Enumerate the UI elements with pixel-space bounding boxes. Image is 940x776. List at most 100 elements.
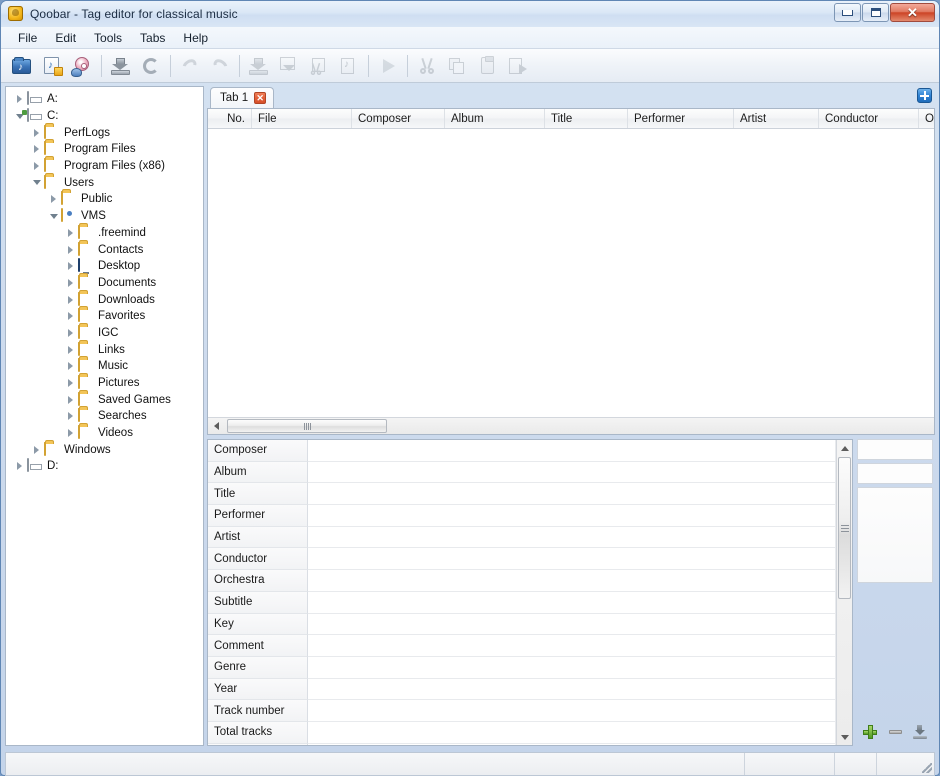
side-field-2[interactable] bbox=[857, 463, 933, 484]
chevron-right-icon[interactable] bbox=[63, 275, 78, 291]
chevron-right-icon[interactable] bbox=[63, 342, 78, 358]
remove-image-button[interactable] bbox=[884, 721, 906, 743]
vertical-scroll-thumb[interactable] bbox=[838, 457, 851, 599]
tree-item-pictures[interactable]: Pictures bbox=[6, 375, 203, 392]
tag-field-input-genre[interactable] bbox=[308, 656, 836, 679]
chevron-right-icon[interactable] bbox=[63, 242, 78, 258]
tree-item-links[interactable]: Links bbox=[6, 341, 203, 358]
column-header-no[interactable]: No. bbox=[208, 109, 252, 128]
tag-field-input-track-number[interactable] bbox=[308, 700, 836, 722]
play-button[interactable] bbox=[373, 52, 403, 80]
tree-item-downloads[interactable]: Downloads bbox=[6, 291, 203, 308]
column-header-album[interactable]: Album bbox=[445, 109, 545, 128]
chevron-right-icon[interactable] bbox=[63, 225, 78, 241]
tree-item-c[interactable]: C: bbox=[6, 108, 203, 125]
cover-art-preview[interactable] bbox=[857, 487, 933, 583]
chevron-right-icon[interactable] bbox=[63, 258, 78, 274]
tag-field-input-orchestra[interactable] bbox=[308, 570, 836, 592]
chevron-right-icon[interactable] bbox=[63, 292, 78, 308]
tag-field-input-key[interactable] bbox=[308, 613, 836, 636]
menu-tools[interactable]: Tools bbox=[85, 28, 131, 48]
tree-item-d[interactable]: D: bbox=[6, 458, 203, 475]
tree-item-igc[interactable]: IGC bbox=[6, 324, 203, 342]
tree-item-searches[interactable]: Searches bbox=[6, 408, 203, 425]
tree-item-freemind[interactable]: .freemind bbox=[6, 224, 203, 242]
tag-field-input-album[interactable] bbox=[308, 461, 836, 484]
side-field-1[interactable] bbox=[857, 439, 933, 460]
menu-tabs[interactable]: Tabs bbox=[131, 28, 174, 48]
chevron-down-icon[interactable] bbox=[29, 175, 44, 191]
chevron-right-icon[interactable] bbox=[63, 392, 78, 408]
column-header-orchestra[interactable]: Orchestra bbox=[919, 109, 934, 128]
file-table[interactable]: No. File Composer Album Title Performer Artist… bbox=[207, 108, 935, 435]
chevron-down-icon[interactable] bbox=[46, 208, 61, 224]
remove-tags-button[interactable] bbox=[304, 52, 334, 80]
scroll-left-icon[interactable] bbox=[208, 418, 225, 434]
chevron-right-icon[interactable] bbox=[29, 442, 44, 458]
chevron-right-icon[interactable] bbox=[63, 408, 78, 424]
chevron-right-icon[interactable] bbox=[12, 458, 27, 474]
add-image-button[interactable] bbox=[859, 721, 881, 743]
column-header-composer[interactable]: Composer bbox=[352, 109, 445, 128]
save-image-button[interactable] bbox=[909, 721, 931, 743]
tree-item-documents[interactable]: Documents bbox=[6, 274, 203, 292]
chevron-right-icon[interactable] bbox=[63, 358, 78, 374]
reload-button[interactable] bbox=[136, 52, 166, 80]
menu-help[interactable]: Help bbox=[174, 28, 217, 48]
tree-item-saved-games[interactable]: Saved Games bbox=[6, 391, 203, 408]
tag-fields-scrollbar[interactable] bbox=[836, 440, 852, 745]
tag-field-input-subtitle[interactable] bbox=[308, 591, 836, 614]
tree-item-perflogs[interactable]: PerfLogs bbox=[6, 124, 203, 141]
tree-item-vms[interactable]: VMS bbox=[6, 208, 203, 225]
paste-button[interactable] bbox=[472, 52, 502, 80]
tree-item-program-files[interactable]: Program Files bbox=[6, 141, 203, 158]
paste-special-button[interactable] bbox=[502, 52, 532, 80]
write-tags-button[interactable] bbox=[274, 52, 304, 80]
tree-item-program-files-x86[interactable]: Program Files (x86) bbox=[6, 158, 203, 175]
redo-button[interactable] bbox=[205, 52, 235, 80]
chevron-right-icon[interactable] bbox=[63, 425, 78, 441]
scroll-up-icon[interactable] bbox=[836, 440, 852, 456]
cut-button[interactable] bbox=[412, 52, 442, 80]
tree-item-users[interactable]: Users bbox=[6, 174, 203, 191]
chevron-right-icon[interactable] bbox=[63, 308, 78, 324]
scroll-down-icon[interactable] bbox=[836, 729, 852, 745]
rename-files-button[interactable]: ♪ bbox=[334, 52, 364, 80]
column-header-performer[interactable]: Performer bbox=[628, 109, 734, 128]
column-header-conductor[interactable]: Conductor bbox=[819, 109, 919, 128]
tag-field-input-title[interactable] bbox=[308, 483, 836, 506]
horizontal-scrollbar[interactable] bbox=[208, 417, 934, 434]
tree-item-public[interactable]: Public bbox=[6, 191, 203, 208]
chevron-right-icon[interactable] bbox=[63, 375, 78, 391]
tree-item-contacts[interactable]: Contacts bbox=[6, 241, 203, 258]
minimize-button[interactable] bbox=[834, 3, 861, 22]
open-folder-button[interactable]: ♪ bbox=[7, 52, 37, 80]
undo-button[interactable] bbox=[175, 52, 205, 80]
resize-grip-icon[interactable] bbox=[918, 753, 934, 775]
tree-item-videos[interactable]: Videos bbox=[6, 425, 203, 442]
tag-field-input-conductor[interactable] bbox=[308, 548, 836, 571]
tag-field-input-composer[interactable] bbox=[308, 440, 836, 462]
directory-tree-panel[interactable]: A: C: PerfLogs Program Files Program Files (… bbox=[5, 86, 204, 746]
tree-item-desktop[interactable]: Desktop bbox=[6, 258, 203, 275]
maximize-button[interactable] bbox=[862, 3, 889, 22]
tag-field-input-artist[interactable] bbox=[308, 526, 836, 549]
column-header-artist[interactable]: Artist bbox=[734, 109, 819, 128]
chevron-right-icon[interactable] bbox=[29, 125, 44, 141]
tag-field-input-year[interactable] bbox=[308, 678, 836, 701]
tree-item-music[interactable]: Music bbox=[6, 358, 203, 375]
read-tags-button[interactable] bbox=[244, 52, 274, 80]
tag-field-input-total-tracks[interactable] bbox=[308, 721, 836, 744]
chevron-right-icon[interactable] bbox=[29, 141, 44, 157]
close-button[interactable]: ✕ bbox=[890, 3, 935, 22]
read-cd-button[interactable] bbox=[67, 52, 97, 80]
chevron-right-icon[interactable] bbox=[12, 91, 27, 107]
add-files-button[interactable]: ♪ bbox=[37, 52, 67, 80]
copy-button[interactable] bbox=[442, 52, 472, 80]
add-tab-button[interactable] bbox=[917, 88, 932, 103]
tag-field-input-performer[interactable] bbox=[308, 505, 836, 527]
column-header-file[interactable]: File bbox=[252, 109, 352, 128]
horizontal-scroll-thumb[interactable] bbox=[227, 419, 387, 433]
tree-item-windows[interactable]: Windows bbox=[6, 441, 203, 458]
file-table-body[interactable] bbox=[208, 129, 934, 417]
